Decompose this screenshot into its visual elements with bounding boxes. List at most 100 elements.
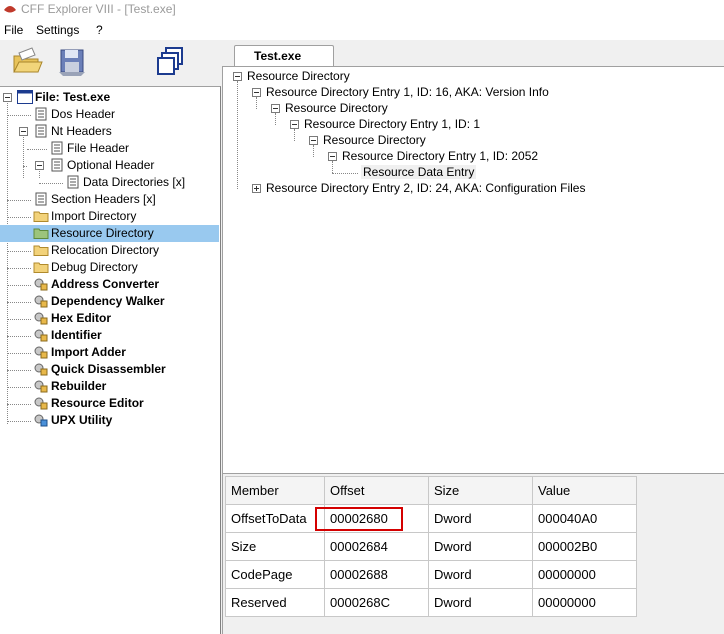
grid-cell[interactable]: 00002684 — [324, 532, 429, 561]
grid-cell[interactable]: Dword — [428, 560, 533, 589]
tree-item-optional-header[interactable]: Optional Header — [0, 157, 219, 174]
collapse-icon[interactable] — [309, 136, 318, 145]
data-grid: Member Offset Size Value OffsetToData 00… — [225, 476, 637, 617]
grid-cell[interactable]: CodePage — [225, 560, 325, 589]
tree-item-resource-editor[interactable]: Resource Editor — [0, 395, 219, 412]
tree-item-label: Relocation Directory — [51, 243, 160, 257]
tree-item-import-adder[interactable]: Import Adder — [0, 344, 219, 361]
collapse-icon[interactable] — [233, 72, 242, 81]
tree-item-file-header[interactable]: File Header — [0, 140, 219, 157]
tree-item-label: Nt Headers — [51, 124, 112, 138]
grid-header-member[interactable]: Member — [225, 476, 325, 505]
grid-cell[interactable]: Dword — [428, 588, 533, 617]
app-logo-icon — [4, 6, 16, 13]
tree-item-upx-utility[interactable]: UPX Utility — [0, 412, 219, 429]
upx-tool-icon — [34, 414, 48, 427]
document-icon — [35, 192, 47, 206]
collapse-icon[interactable] — [328, 152, 337, 161]
res-node-label: Resource Directory — [323, 133, 426, 147]
tree-item-debug-directory[interactable]: Debug Directory — [0, 259, 219, 276]
tree-item-label: Address Converter — [51, 277, 160, 291]
grid-cell[interactable]: 000040A0 — [532, 504, 637, 533]
folder-icon — [33, 245, 49, 256]
menu-help[interactable]: ? — [96, 23, 103, 37]
tree-item-identifier[interactable]: Identifier — [0, 327, 219, 344]
tree-root-file[interactable]: File: Test.exe — [0, 89, 219, 106]
tree-item-label: Dos Header — [51, 107, 116, 121]
tree-item-resource-directory[interactable]: Resource Directory — [0, 225, 219, 242]
open-file-icon[interactable] — [10, 44, 44, 78]
tree-item-label: UPX Utility — [51, 413, 113, 427]
grid-header-offset[interactable]: Offset — [324, 476, 429, 505]
tree-item-dependency-walker[interactable]: Dependency Walker — [0, 293, 219, 310]
grid-cell[interactable]: 000002B0 — [532, 532, 637, 561]
grid-header-size[interactable]: Size — [428, 476, 533, 505]
res-node-label: Resource Directory Entry 1, ID: 1 — [304, 117, 481, 131]
grid-header-value[interactable]: Value — [532, 476, 637, 505]
document-icon — [35, 124, 47, 138]
tree-item-import-directory[interactable]: Import Directory — [0, 208, 219, 225]
tree-item-label: Import Directory — [51, 209, 137, 223]
window-title: CFF Explorer VIII - [Test.exe] — [21, 2, 176, 16]
tree-item-hex-editor[interactable]: Hex Editor — [0, 310, 219, 327]
collapse-icon[interactable] — [252, 88, 261, 97]
folder-icon — [33, 211, 49, 222]
tree-item-label: Resource Directory — [51, 226, 154, 240]
grid-cell[interactable]: 0000268C — [324, 588, 429, 617]
table-row[interactable]: OffsetToData 00002680 Dword 000040A0 — [225, 504, 637, 533]
table-row[interactable]: Size 00002684 Dword 000002B0 — [225, 532, 637, 561]
grid-cell[interactable]: Dword — [428, 504, 533, 533]
table-row[interactable]: Reserved 0000268C Dword 00000000 — [225, 588, 637, 617]
document-icon — [35, 107, 47, 121]
res-node-label: Resource Directory Entry 1, ID: 2052 — [342, 149, 539, 163]
highlight-box — [315, 507, 403, 531]
tree-item-label: Import Adder — [51, 345, 126, 359]
grid-cell[interactable]: 00000000 — [532, 588, 637, 617]
menu-settings[interactable]: Settings — [36, 23, 79, 37]
menu-file[interactable]: File — [4, 23, 23, 37]
tree-item-address-converter[interactable]: Address Converter — [0, 276, 219, 293]
tab-test-exe[interactable]: Test.exe — [234, 45, 334, 67]
collapse-icon[interactable] — [290, 120, 299, 129]
expand-icon[interactable] — [252, 184, 261, 193]
res-node-label: Resource Directory — [247, 69, 350, 83]
tree-item-relocation-directory[interactable]: Relocation Directory — [0, 242, 219, 259]
collapse-icon[interactable] — [271, 104, 280, 113]
tree-item-dos-header[interactable]: Dos Header — [0, 106, 219, 123]
res-node-label: Resource Directory Entry 2, ID: 24, AKA:… — [266, 181, 586, 195]
tree-item-nt-headers[interactable]: Nt Headers — [0, 123, 219, 140]
grid-cell[interactable]: 00002688 — [324, 560, 429, 589]
grid-cell[interactable]: Size — [225, 532, 325, 561]
tree-item-quick-disassembler[interactable]: Quick Disassembler — [0, 361, 219, 378]
grid-cell[interactable]: Reserved — [225, 588, 325, 617]
tree-item-rebuilder[interactable]: Rebuilder — [0, 378, 219, 395]
grid-cell-highlighted[interactable]: 00002680 — [315, 504, 429, 533]
document-icon — [51, 158, 63, 172]
tree-item-label: Section Headers [x] — [51, 192, 156, 206]
tab-strip: Test.exe — [222, 40, 724, 67]
tree-item-label: Resource Editor — [51, 396, 144, 410]
tree-item-data-directories[interactable]: Data Directories [x] — [0, 174, 219, 191]
save-icon[interactable] — [55, 44, 89, 78]
table-row[interactable]: CodePage 00002688 Dword 00000000 — [225, 560, 637, 589]
folder-open-icon — [33, 228, 49, 239]
tree-item-label: Dependency Walker — [51, 294, 165, 308]
tool-icon — [34, 346, 48, 359]
tree-item-label: Quick Disassembler — [51, 362, 166, 376]
content-panel: Resource Directory Resource Directory En… — [222, 66, 724, 634]
tree-item-label: Hex Editor — [51, 311, 112, 325]
window-file-icon — [17, 90, 33, 104]
collapse-icon[interactable] — [3, 93, 12, 102]
grid-cell[interactable]: 00000000 — [532, 560, 637, 589]
grid-cell[interactable]: Dword — [428, 532, 533, 561]
tree-item-label: Rebuilder — [51, 379, 107, 393]
collapse-icon[interactable] — [19, 127, 28, 136]
collapse-icon[interactable] — [35, 161, 44, 170]
document-icon — [67, 175, 79, 189]
tree-item-section-headers[interactable]: Section Headers [x] — [0, 191, 219, 208]
grid-cell[interactable]: OffsetToData — [225, 504, 325, 533]
tree-item-label: Data Directories [x] — [83, 175, 186, 189]
tool-icon — [34, 312, 48, 325]
windows-icon[interactable] — [154, 44, 188, 78]
tool-icon — [34, 278, 48, 291]
